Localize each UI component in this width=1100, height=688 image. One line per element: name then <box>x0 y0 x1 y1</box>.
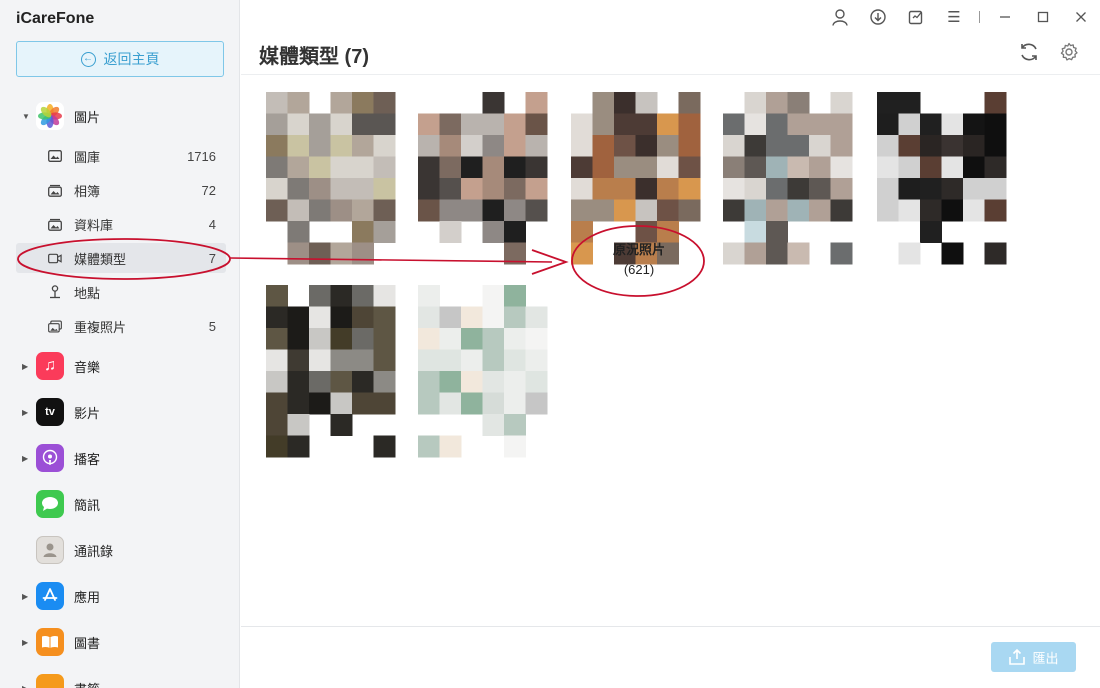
sidebar-item-count: 5 <box>208 318 216 334</box>
video-icon <box>48 251 62 265</box>
sidebar-item-database[interactable]: 資料庫 4 <box>16 209 226 239</box>
photo-library-icon <box>48 149 62 163</box>
window-toolbar: ☰ <box>821 0 1100 34</box>
page-title: 媒體類型 (7) <box>259 46 369 68</box>
minimize-button[interactable] <box>986 0 1024 34</box>
sidebar: iCareFone ← 返回主頁 ▼ 圖片 圖庫 1716 相簿 72 資料庫 … <box>0 0 240 688</box>
expand-arrow-icon: ▶ <box>22 453 29 463</box>
sidebar-category-contacts[interactable]: 通訊錄 <box>0 530 239 570</box>
bookmark-icon <box>36 674 64 688</box>
sidebar-category-messages[interactable]: 簡訊 <box>0 484 239 524</box>
app-store-icon <box>36 582 64 610</box>
sidebar-item-label: 相簿 <box>74 183 101 199</box>
sidebar-category-podcasts[interactable]: ▶ 播客 <box>0 438 239 478</box>
sidebar-item-label: 圖庫 <box>74 149 101 165</box>
sidebar-category-label: 通訊錄 <box>74 543 114 559</box>
sidebar-item-label: 重複照片 <box>74 319 127 335</box>
arrow-left-icon: ← <box>80 51 96 67</box>
back-to-home-label: 返回主頁 <box>103 51 160 67</box>
main-panel: ☰ 媒體類型 (7) 匯出 <box>241 0 1100 688</box>
feedback-button[interactable] <box>897 0 935 34</box>
sidebar-category-apps[interactable]: ▶ 應用 <box>0 576 239 616</box>
media-type-thumbnail[interactable] <box>723 92 853 272</box>
refresh-icon <box>1021 43 1037 61</box>
refresh-button[interactable] <box>1017 40 1041 64</box>
sidebar-item-count: 4 <box>208 216 216 232</box>
sidebar-category-label: 圖片 <box>74 109 101 125</box>
music-icon: ♫ <box>36 352 64 380</box>
sidebar-item-label: 資料庫 <box>74 217 114 233</box>
header-divider <box>241 74 1100 75</box>
close-button[interactable] <box>1062 0 1100 34</box>
expand-arrow-icon: ▼ <box>22 111 30 121</box>
sidebar-category-videos[interactable]: ▶ tv 影片 <box>0 392 239 432</box>
duplicate-icon <box>48 319 62 333</box>
contacts-icon <box>36 536 64 564</box>
feedback-icon <box>908 10 923 25</box>
location-pin-icon <box>48 285 62 299</box>
export-button[interactable]: 匯出 <box>991 642 1076 672</box>
sidebar-item-label: 媒體類型 <box>74 251 127 267</box>
database-icon <box>48 217 62 231</box>
sidebar-category-label: 圖書 <box>74 635 101 651</box>
sidebar-category-label: 播客 <box>74 451 101 467</box>
podcast-icon <box>36 444 64 472</box>
account-button[interactable] <box>821 0 859 34</box>
expand-arrow-icon: ▶ <box>22 683 29 688</box>
download-button[interactable] <box>859 0 897 34</box>
apple-tv-icon: tv <box>36 398 64 426</box>
sidebar-item-places[interactable]: 地點 <box>16 277 226 307</box>
export-label: 匯出 <box>1032 650 1059 666</box>
gear-icon <box>1060 42 1078 61</box>
menu-button[interactable]: ☰ <box>935 0 973 34</box>
album-icon <box>48 183 62 197</box>
footer-divider <box>241 626 1100 627</box>
expand-arrow-icon: ▶ <box>22 637 29 647</box>
annotation-label: 原況照片 (621) <box>572 240 706 280</box>
sidebar-item-duplicate-photos[interactable]: 重複照片 5 <box>16 311 226 341</box>
expand-arrow-icon: ▶ <box>22 591 29 601</box>
maximize-button[interactable] <box>1024 0 1062 34</box>
sidebar-category-books[interactable]: ▶ 圖書 <box>0 622 239 662</box>
sidebar-category-label: 簡訊 <box>74 497 101 513</box>
settings-button[interactable] <box>1057 40 1081 64</box>
minimize-icon <box>1000 16 1010 18</box>
expand-arrow-icon: ▶ <box>22 407 29 417</box>
media-type-thumbnail[interactable] <box>266 285 396 465</box>
close-icon <box>1076 12 1086 22</box>
sidebar-category-label: 應用 <box>74 589 101 605</box>
messages-icon <box>36 490 64 518</box>
sidebar-category-photos[interactable]: ▼ 圖片 <box>0 96 239 136</box>
download-icon <box>870 9 886 25</box>
sidebar-category-bookmarks[interactable]: ▶ 書籤 <box>0 668 239 688</box>
photos-app-icon <box>36 102 64 130</box>
expand-arrow-icon: ▶ <box>22 361 29 371</box>
sidebar-category-label: 音樂 <box>74 359 101 375</box>
toolbar-divider <box>979 11 980 23</box>
sidebar-category-music[interactable]: ▶ ♫ 音樂 <box>0 346 239 386</box>
sidebar-item-media-types[interactable]: 媒體類型 7 <box>16 243 226 273</box>
sidebar-item-label: 地點 <box>74 285 101 301</box>
annotation-count: (621) <box>623 262 655 277</box>
app-title: iCareFone <box>16 10 95 27</box>
annotation-title: 原況照片 <box>612 242 665 257</box>
sidebar-item-count: 1716 <box>187 148 216 164</box>
sidebar-category-label: 書籤 <box>74 679 100 688</box>
sidebar-item-count: 7 <box>208 250 216 266</box>
media-type-thumbnail[interactable] <box>266 92 396 272</box>
export-icon <box>1009 648 1026 665</box>
sidebar-item-count: 72 <box>201 182 216 198</box>
sidebar-category-label: 影片 <box>74 405 101 421</box>
media-type-thumbnail[interactable] <box>877 92 1007 272</box>
media-type-thumbnail[interactable] <box>418 285 548 465</box>
user-icon <box>832 8 848 26</box>
menu-icon: ☰ <box>947 9 961 26</box>
sidebar-item-library[interactable]: 圖庫 1716 <box>16 141 226 171</box>
maximize-icon <box>1037 11 1049 23</box>
media-type-thumbnail[interactable] <box>418 92 548 272</box>
back-to-home-button[interactable]: ← 返回主頁 <box>16 41 224 77</box>
books-icon <box>36 628 64 656</box>
sidebar-item-albums[interactable]: 相簿 72 <box>16 175 226 205</box>
